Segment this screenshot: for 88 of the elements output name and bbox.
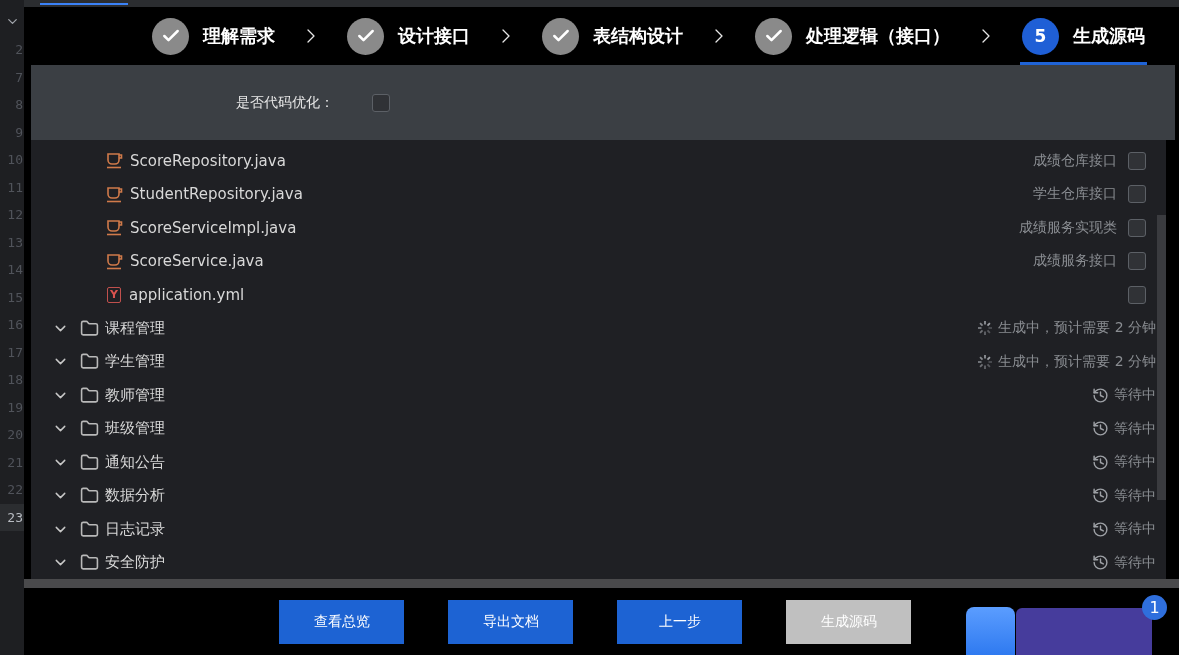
- step[interactable]: 设计接口: [345, 7, 472, 65]
- folder-name[interactable]: 安全防护: [105, 553, 165, 573]
- step[interactable]: 表结构设计: [540, 7, 685, 65]
- folder-name[interactable]: 教师管理: [105, 385, 165, 405]
- checkbox[interactable]: [1128, 252, 1146, 271]
- line-number: 15: [6, 288, 24, 307]
- folder-icon: [80, 486, 99, 506]
- step[interactable]: 理解需求: [150, 7, 277, 65]
- status-text: 等待中: [1114, 386, 1156, 405]
- file-name[interactable]: ScoreService.java: [130, 252, 264, 271]
- folder-name[interactable]: 课程管理: [105, 318, 165, 338]
- history-icon: [1092, 420, 1109, 438]
- history-icon: [1092, 487, 1109, 505]
- status-text: 等待中: [1114, 553, 1156, 572]
- line-number: 13: [6, 233, 24, 252]
- notification-badge: 1: [1142, 595, 1167, 620]
- status-text: 生成中，预计需要 2 分钟: [998, 352, 1156, 371]
- folder-icon: [80, 553, 99, 573]
- line-number: 7: [14, 68, 24, 87]
- line-number: 14: [6, 261, 24, 279]
- checkbox[interactable]: [1128, 218, 1146, 237]
- folder-icon: [80, 318, 99, 338]
- folder-icon: [80, 385, 99, 405]
- checkbox[interactable]: [1128, 185, 1146, 204]
- folder-icon: [80, 519, 99, 539]
- line-number: 21: [6, 453, 24, 472]
- step-label: 设计接口: [398, 24, 470, 48]
- action-button[interactable]: 导出文档: [448, 599, 573, 644]
- status-text: 等待中: [1114, 486, 1156, 505]
- line-number: 22: [6, 481, 24, 499]
- step-number: 5: [1022, 17, 1059, 55]
- action-button[interactable]: 查看总览: [279, 599, 404, 644]
- line-number: 2: [14, 41, 24, 59]
- file-name[interactable]: ScoreServiceImpl.java: [130, 218, 297, 237]
- cup-icon: [106, 219, 124, 237]
- cup-icon: [106, 185, 124, 203]
- history-icon: [1092, 386, 1109, 404]
- cup-icon: [106, 152, 124, 170]
- file-description: 成绩服务接口: [1033, 252, 1117, 271]
- step-label: 生成源码: [1073, 24, 1145, 48]
- folder-name[interactable]: 学生管理: [105, 352, 165, 372]
- spinner-icon: [977, 353, 994, 370]
- assistant-icon[interactable]: [966, 607, 1015, 655]
- line-number: 12: [6, 206, 24, 224]
- status-text: 生成中，预计需要 2 分钟: [998, 319, 1156, 338]
- step-label: 处理逻辑（接口）: [806, 24, 950, 48]
- line-number: 17: [6, 343, 24, 362]
- status-text: 等待中: [1114, 419, 1156, 438]
- option-label: 是否代码优化：: [236, 93, 334, 112]
- checkbox[interactable]: [1128, 285, 1146, 304]
- line-number: 9: [14, 123, 24, 142]
- folder-name[interactable]: 数据分析: [105, 486, 165, 506]
- file-description: 成绩服务实现类: [1019, 218, 1117, 237]
- status-text: 等待中: [1114, 520, 1156, 539]
- checkbox[interactable]: [1128, 151, 1146, 170]
- folder-icon: [80, 419, 99, 439]
- history-icon: [1092, 520, 1109, 538]
- line-number: 18: [6, 371, 24, 389]
- file-name[interactable]: StudentRepository.java: [130, 185, 303, 204]
- folder-name[interactable]: 通知公告: [105, 452, 165, 472]
- history-icon: [1092, 554, 1109, 572]
- history-icon: [1092, 453, 1109, 471]
- checkbox[interactable]: [372, 93, 390, 112]
- spinner-icon: [977, 320, 994, 337]
- line-number: 11: [6, 178, 24, 197]
- step[interactable]: 处理逻辑（接口）: [753, 7, 952, 65]
- line-number: 20: [6, 426, 24, 444]
- file-name[interactable]: application.yml: [129, 285, 245, 304]
- cup-icon: [106, 252, 124, 270]
- line-number: 8: [14, 96, 24, 114]
- yaml-file-icon: Y: [107, 286, 121, 303]
- file-name[interactable]: ScoreRepository.java: [130, 151, 286, 170]
- file-description: 成绩仓库接口: [1033, 151, 1117, 170]
- file-description: 学生仓库接口: [1033, 185, 1117, 204]
- line-number: 19: [6, 398, 24, 417]
- status-text: 等待中: [1114, 453, 1156, 472]
- step-label: 理解需求: [203, 24, 275, 48]
- folder-name[interactable]: 班级管理: [105, 419, 165, 439]
- step-label: 表结构设计: [593, 24, 683, 48]
- folder-icon: [80, 352, 99, 372]
- line-number: 23: [0, 503, 24, 531]
- line-number: 10: [6, 151, 24, 169]
- action-button[interactable]: 上一步: [617, 599, 742, 644]
- folder-name[interactable]: 日志记录: [105, 519, 165, 539]
- folder-icon: [80, 452, 99, 472]
- line-number: 16: [6, 316, 24, 334]
- scrollbar[interactable]: [24, 579, 1179, 588]
- scrollbar[interactable]: [1157, 215, 1166, 500]
